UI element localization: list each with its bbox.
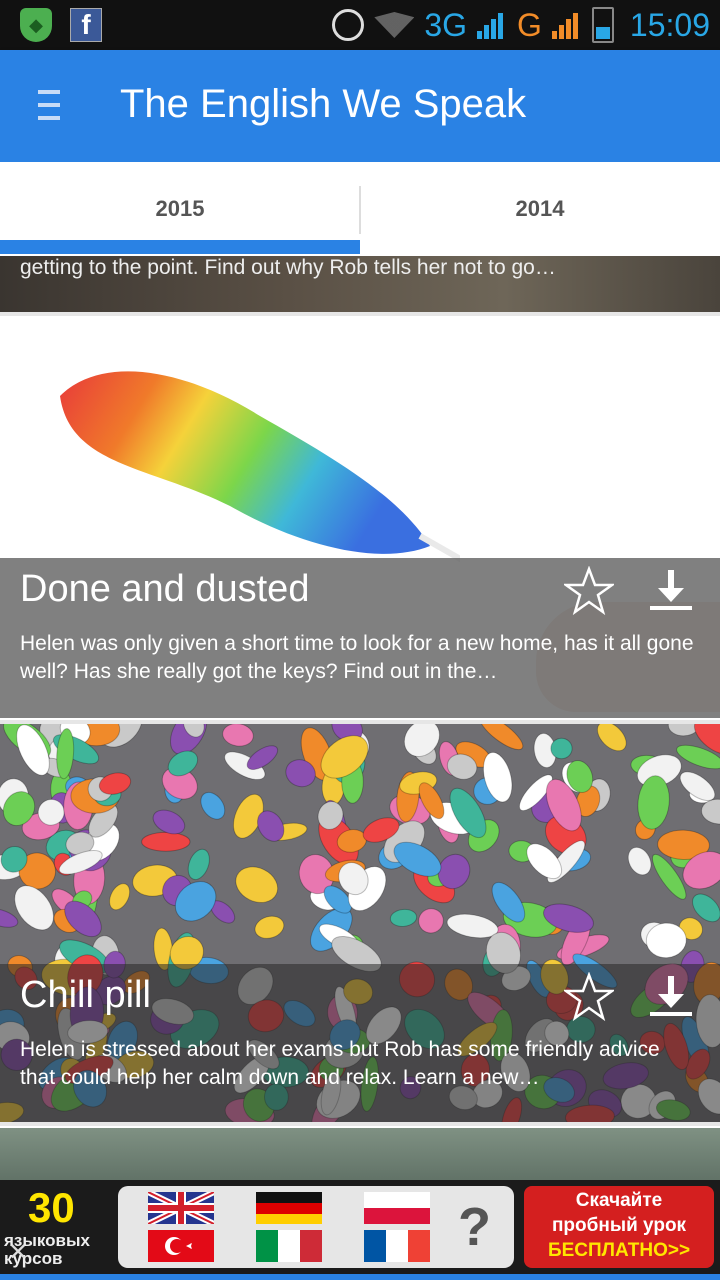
alarm-icon (332, 9, 365, 41)
signal-2-icon (551, 11, 582, 39)
network-type-1: 3G (424, 6, 468, 43)
ad-download-button[interactable]: Скачайте пробный урок БЕСПЛАТНО>> (524, 1186, 714, 1268)
card-divider (0, 1122, 720, 1126)
status-bar: ◆ f 3G G 15:09 (0, 0, 720, 50)
ad-question-mark: ? (458, 1197, 491, 1257)
ad-banner[interactable]: 30 языковых курсов ✕ ? Скачайте пробный … (0, 1180, 720, 1274)
app-bar: The English We Speak (0, 50, 720, 162)
turkey-flag-icon (148, 1230, 214, 1262)
ad-cta-line3: БЕСПЛАТНО>> (547, 1240, 691, 1261)
hamburger-menu-icon[interactable] (38, 90, 60, 122)
ad-flags: ? (118, 1186, 514, 1268)
episode-card[interactable]: Chill pill Helen is stressed about her e… (0, 724, 720, 1122)
download-icon[interactable] (646, 972, 696, 1022)
germany-flag-icon (256, 1192, 322, 1224)
tab-2014[interactable]: 2014 (360, 162, 720, 256)
poland-flag-icon (364, 1192, 430, 1224)
france-flag-icon (364, 1230, 430, 1262)
bottom-strip (0, 1274, 720, 1280)
battery-icon (591, 7, 614, 43)
facebook-icon: f (70, 8, 102, 42)
pill-shape (141, 831, 191, 852)
italy-flag-icon (256, 1230, 322, 1262)
episode-title: Chill pill (20, 974, 151, 1016)
year-tabs: 2015 2014 (0, 162, 720, 256)
episode-overlay: Chill pill Helen is stressed about her e… (0, 964, 720, 1122)
ad-cta-line1: Скачайте (575, 1190, 663, 1211)
episode-description: Helen was only given a short time to loo… (20, 632, 694, 683)
episode-card[interactable]: Done and dusted Helen was only given a s… (0, 316, 720, 720)
episode-list[interactable]: getting to the point. Find out why Rob t… (0, 256, 720, 1180)
episode-description: Helen is stressed about her exams but Ro… (20, 1038, 660, 1089)
episode-title: Done and dusted (20, 568, 310, 610)
pill-shape (550, 737, 573, 760)
wifi-icon (374, 12, 415, 38)
episode-card[interactable]: getting to the point. Find out why Rob t… (0, 256, 720, 312)
download-icon[interactable] (646, 566, 696, 616)
clock: 15:09 (629, 6, 710, 43)
episode-overlay: Done and dusted Helen was only given a s… (0, 558, 720, 718)
app-title: The English We Speak (120, 82, 527, 126)
network-type-2: G (517, 6, 542, 43)
favorite-star-icon[interactable] (564, 566, 614, 616)
ad-cta-line2: пробный урок (551, 1215, 687, 1236)
episode-card[interactable] (0, 1128, 720, 1180)
signal-1-icon (477, 11, 507, 39)
favorite-star-icon[interactable] (564, 972, 614, 1022)
close-icon[interactable]: ✕ (8, 1238, 28, 1267)
antivirus-shield-icon: ◆ (20, 8, 52, 42)
ad-course-count: 30 (28, 1184, 75, 1231)
tab-indicator (0, 240, 360, 254)
uk-flag-icon (148, 1192, 214, 1224)
episode-description: getting to the point. Find out why Rob t… (20, 256, 556, 279)
